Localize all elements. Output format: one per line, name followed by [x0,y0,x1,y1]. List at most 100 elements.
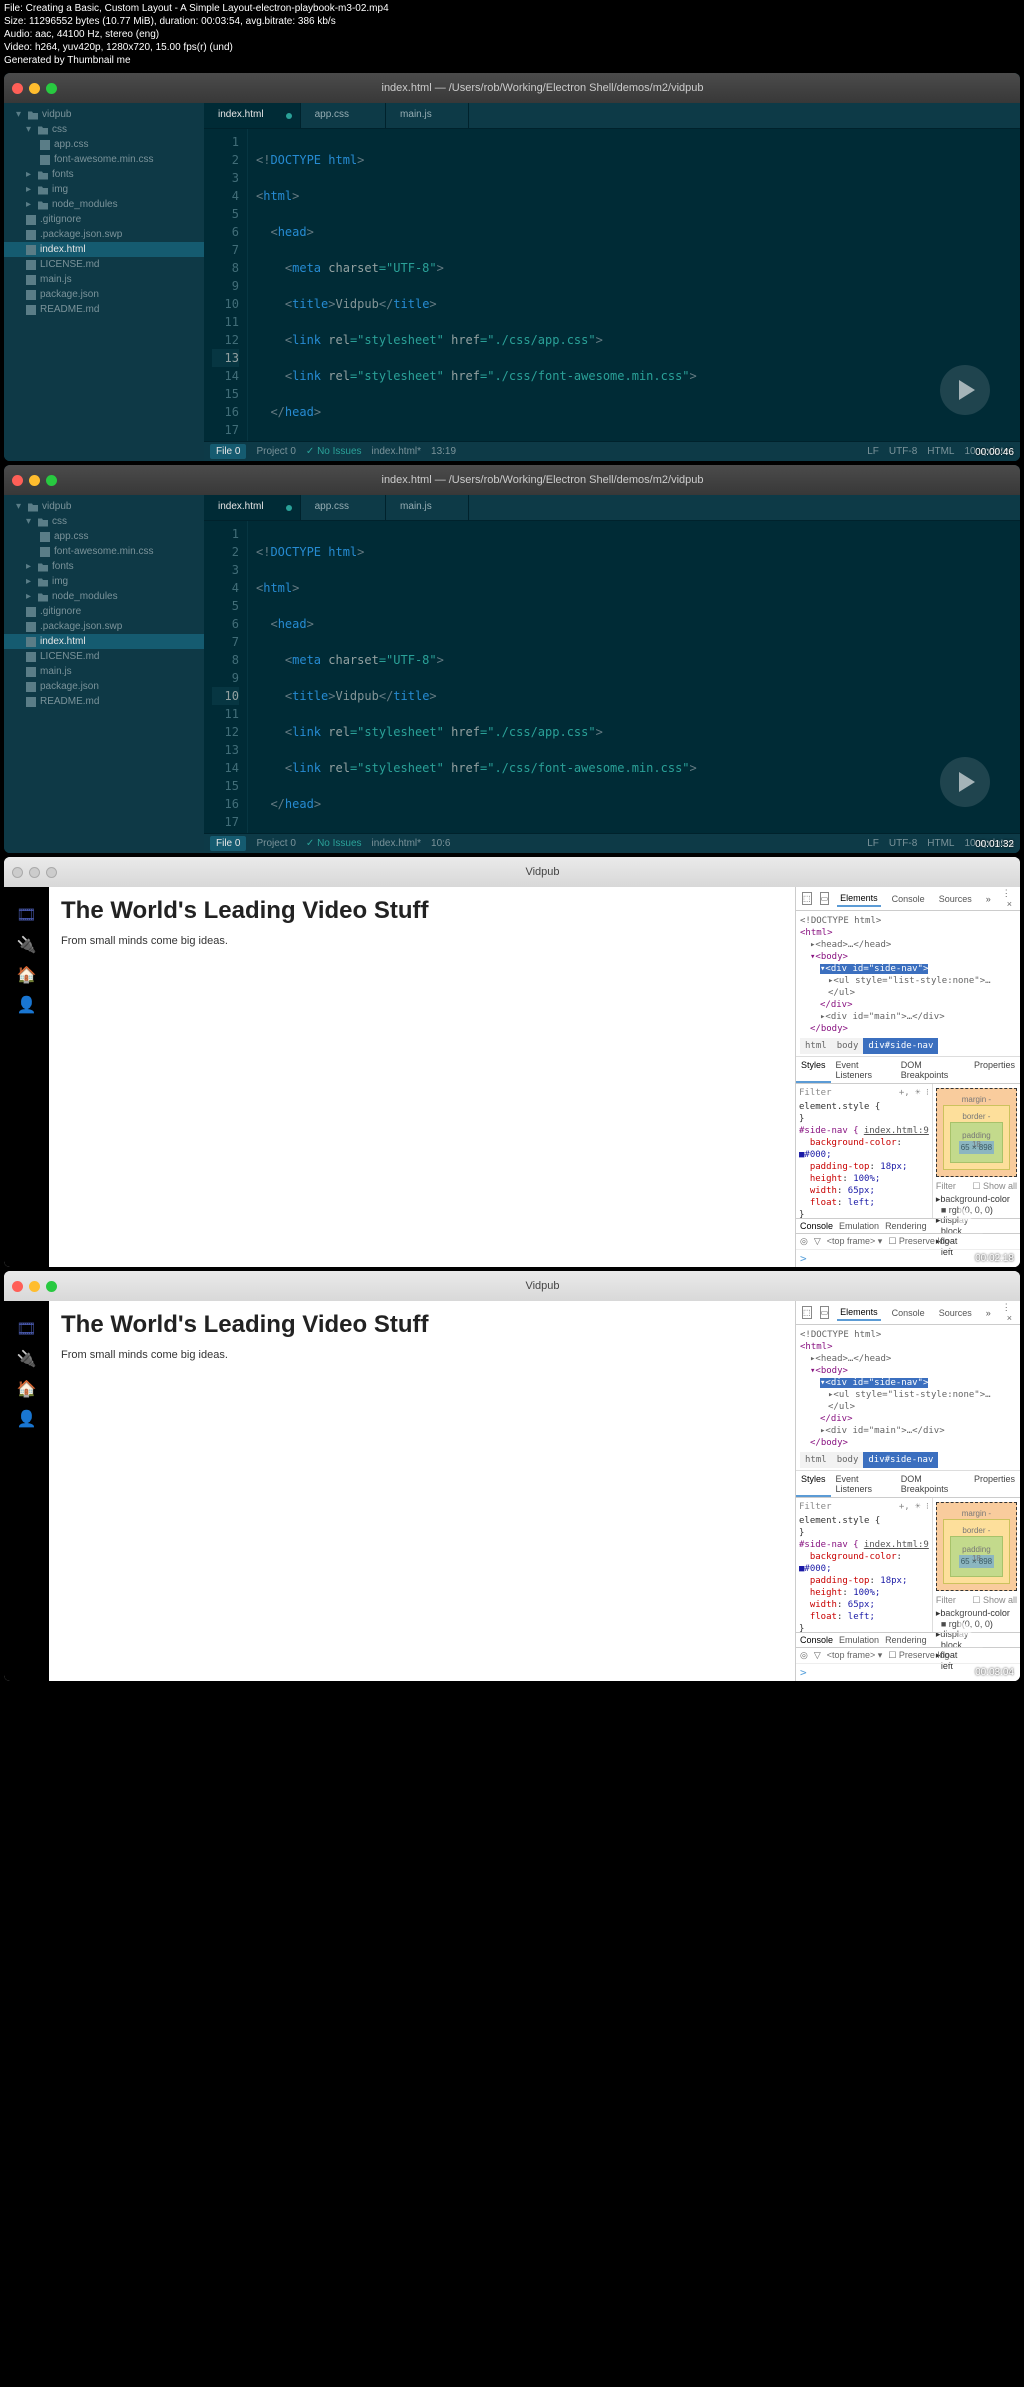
file-tree[interactable]: vidpub css app.css font-awesome.min.css … [4,103,204,461]
console-clear-icon[interactable]: ◎ [800,1236,808,1247]
console-filter-icon[interactable]: ▽ [814,1236,821,1247]
stab-props[interactable]: Properties [969,1471,1020,1497]
tree-index[interactable]: index.html [4,634,204,649]
code-lines[interactable]: <!DOCTYPE html> <html> <head> <meta char… [248,129,1020,441]
window-titlebar[interactable]: Vidpub [4,1271,1020,1301]
tree-swp[interactable]: .package.json.swp [4,227,204,242]
code-view[interactable]: 12345678910111213141516171819 <!DOCTYPE … [204,129,1020,441]
device-icon[interactable]: ▭ [820,892,830,905]
tree-license[interactable]: LICENSE.md [4,257,204,272]
tree-gitignore[interactable]: .gitignore [4,604,204,619]
sidenav-home-icon[interactable]: 🏠 [17,1379,37,1399]
devtools-dom-tree[interactable]: <!DOCTYPE html> <html> ▸<head>…</head> ▾… [796,911,1020,1057]
tab-elements[interactable]: Elements [837,891,881,907]
css-source-link[interactable]: index.html:9 [864,1539,929,1551]
tab-console[interactable]: Console [889,892,928,906]
computed-showall[interactable]: ☐ Show all [972,1181,1017,1192]
tab-more[interactable]: » [983,892,994,906]
tree-index[interactable]: index.html [4,242,204,257]
tab-index[interactable]: index.html [204,495,301,520]
console-filter-icon[interactable]: ▽ [814,1650,821,1661]
styles-actions[interactable]: +, ☀ ⁝ [899,1501,929,1513]
sidenav-film-icon[interactable]: 🎞 [16,1319,36,1339]
tree-facss[interactable]: font-awesome.min.css [4,544,204,559]
minimize-icon[interactable] [29,1281,40,1292]
close-icon[interactable] [12,475,23,486]
sidenav-film-icon[interactable]: 🎞 [16,905,36,925]
tree-node-modules[interactable]: node_modules [4,197,204,212]
maximize-icon[interactable] [46,83,57,94]
stab-styles[interactable]: Styles [796,1057,831,1083]
tree-img[interactable]: img [4,574,204,589]
dom-selected-sidenav[interactable]: ▾<div id="side-nav"> [820,1378,928,1388]
status-project-issues[interactable]: Project 0 [256,838,295,849]
stab-dom[interactable]: DOM Breakpoints [896,1471,969,1497]
minimize-icon[interactable] [29,867,40,878]
stab-styles[interactable]: Styles [796,1471,831,1497]
tab-index[interactable]: index.html [204,103,301,128]
status-language[interactable]: HTML [927,838,954,849]
window-titlebar[interactable]: Vidpub [4,857,1020,887]
tree-node-modules[interactable]: node_modules [4,589,204,604]
minimize-icon[interactable] [29,83,40,94]
status-file-issues[interactable]: File 0 [210,836,246,851]
status-lineending[interactable]: LF [867,838,879,849]
devtools-menu-icon[interactable]: ⋮ × [1002,1302,1014,1323]
dom-selected-sidenav[interactable]: ▾<div id="side-nav"> [820,964,928,974]
tree-css[interactable]: css [4,514,204,529]
inspect-icon[interactable]: ⬚ [802,892,812,905]
tree-license[interactable]: LICENSE.md [4,649,204,664]
crumb-html[interactable]: html [800,1038,832,1054]
ctab-console[interactable]: Console [800,1635,833,1645]
tree-fonts[interactable]: fonts [4,167,204,182]
stab-dom[interactable]: DOM Breakpoints [896,1057,969,1083]
tree-readme[interactable]: README.md [4,302,204,317]
devtools-menu-icon[interactable]: ⋮ × [1002,888,1014,909]
close-icon[interactable] [12,867,23,878]
sidenav-user-icon[interactable]: 👤 [17,1409,37,1429]
tree-mainjs[interactable]: main.js [4,664,204,679]
status-no-issues[interactable]: ✓ No Issues [306,446,362,457]
tab-sources[interactable]: Sources [936,1306,975,1320]
devtools-dom-tree[interactable]: <!DOCTYPE html> <html> ▸<head>…</head> ▾… [796,1325,1020,1471]
tree-appcss[interactable]: app.css [4,529,204,544]
close-icon[interactable] [12,1281,23,1292]
console-clear-icon[interactable]: ◎ [800,1650,808,1661]
status-encoding[interactable]: UTF-8 [889,446,917,457]
tab-mainjs[interactable]: main.js [386,495,469,520]
tree-appcss[interactable]: app.css [4,137,204,152]
styles-filter[interactable]: Filter [799,1501,832,1513]
device-icon[interactable]: ▭ [820,1306,830,1319]
ctab-rendering[interactable]: Rendering [885,1635,927,1645]
maximize-icon[interactable] [46,1281,57,1292]
window-titlebar[interactable]: index.html — /Users/rob/Working/Electron… [4,465,1020,495]
tree-readme[interactable]: README.md [4,694,204,709]
close-icon[interactable] [12,83,23,94]
sidenav-home-icon[interactable]: 🏠 [17,965,37,985]
file-tree[interactable]: vidpub css app.css font-awesome.min.css … [4,495,204,853]
tree-img[interactable]: img [4,182,204,197]
sidenav-user-icon[interactable]: 👤 [17,995,37,1015]
status-file-issues[interactable]: File 0 [210,444,246,459]
code-lines[interactable]: <!DOCTYPE html> <html> <head> <meta char… [248,521,1020,833]
tab-mainjs[interactable]: main.js [386,103,469,128]
status-lineending[interactable]: LF [867,446,879,457]
minimize-icon[interactable] [29,475,40,486]
sidenav-plug-icon[interactable]: 🔌 [17,935,37,955]
css-source-link[interactable]: index.html:9 [864,1125,929,1137]
console-preserve-log[interactable]: ☐ Preserve log [888,1236,949,1247]
tab-appcss[interactable]: app.css [301,495,386,520]
styles-actions[interactable]: +, ☀ ⁝ [899,1087,929,1099]
crumb-sidenav[interactable]: div#side-nav [863,1452,938,1468]
tree-package[interactable]: package.json [4,679,204,694]
stab-listeners[interactable]: Event Listeners [831,1471,896,1497]
crumb-body[interactable]: body [832,1452,864,1468]
tab-sources[interactable]: Sources [936,892,975,906]
styles-pane[interactable]: Filter+, ☀ ⁝ element.style { } #side-nav… [796,1084,933,1218]
tree-fonts[interactable]: fonts [4,559,204,574]
crumb-body[interactable]: body [832,1038,864,1054]
status-project-issues[interactable]: Project 0 [256,446,295,457]
console-preserve-log[interactable]: ☐ Preserve log [888,1650,949,1661]
tab-elements[interactable]: Elements [837,1305,881,1321]
stab-listeners[interactable]: Event Listeners [831,1057,896,1083]
